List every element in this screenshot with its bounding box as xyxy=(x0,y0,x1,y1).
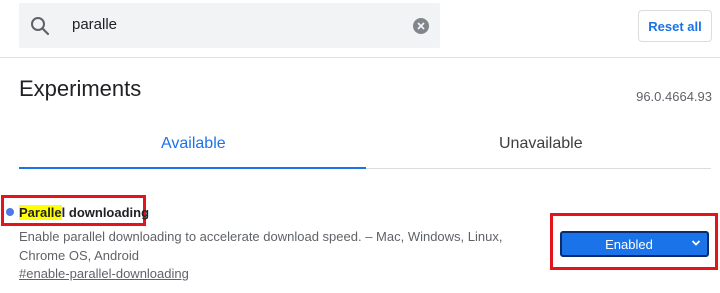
page-title: Experiments xyxy=(19,76,142,101)
search-input[interactable]: paralle xyxy=(72,16,117,33)
experiment-state-select[interactable]: Enabled xyxy=(560,231,709,257)
experiment-name-rest: l downloading xyxy=(61,205,150,220)
header-divider xyxy=(0,57,720,58)
reset-all-button[interactable]: Reset all xyxy=(638,10,712,42)
version-label: 96.0.4664.93 xyxy=(636,89,712,104)
tab-available[interactable]: Available xyxy=(161,135,226,153)
experiment-description: Enable parallel downloading to accelerat… xyxy=(19,229,503,263)
tab-selected-indicator xyxy=(19,167,366,169)
experiment-link[interactable]: #enable-parallel-downloading xyxy=(19,266,189,281)
search-box[interactable]: paralle xyxy=(19,3,440,48)
search-icon xyxy=(31,17,50,36)
select-value: Enabled xyxy=(605,237,653,252)
chevron-down-icon xyxy=(691,240,701,246)
tab-unavailable[interactable]: Unavailable xyxy=(499,135,583,153)
new-indicator-dot xyxy=(6,208,14,216)
clear-icon[interactable] xyxy=(413,18,429,34)
top-bar: paralle Reset all xyxy=(0,0,720,56)
experiment-name: Parallel downloading xyxy=(19,205,149,220)
search-match-highlight: Paralle xyxy=(19,205,62,220)
